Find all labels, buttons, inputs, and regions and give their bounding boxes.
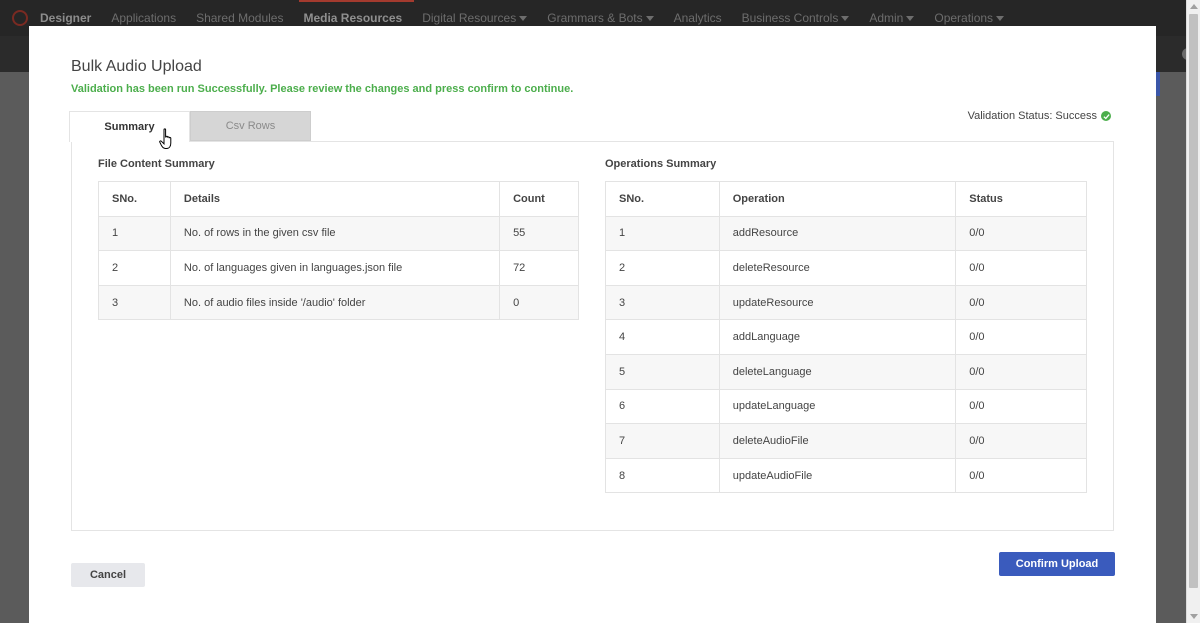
nav-item-digital-resources[interactable]: Digital Resources — [422, 11, 528, 25]
table-row: 6 updateLanguage 0/0 — [605, 388, 1087, 425]
nav-item-label: Media Resources — [303, 11, 403, 25]
check-circle-icon — [1101, 111, 1111, 121]
table-cell: 0/0 — [955, 250, 1087, 286]
table-row: 1 addResource 0/0 — [605, 215, 1087, 252]
column-header: Operation — [718, 181, 957, 217]
operations-summary-table: SNo. Operation Status 1 addResource 0/0 2 dele… — [605, 181, 1087, 494]
table-cell: No. of audio files inside '/audio' folde… — [169, 284, 501, 321]
table-cell: 3 — [98, 284, 171, 321]
validation-status-text: Validation Status: Success — [967, 110, 1097, 122]
nav-item-analytics[interactable]: Analytics — [674, 11, 722, 25]
table-cell: No. of rows in the given csv file — [169, 215, 501, 252]
table-cell: 7 — [605, 423, 720, 459]
column-header: Status — [955, 181, 1087, 217]
table-cell: addResource — [718, 215, 957, 252]
column-header: SNo. — [605, 181, 720, 217]
table-cell: 0/0 — [955, 319, 1087, 355]
nav-item-label: Shared Modules — [196, 11, 284, 25]
caret-down-icon — [519, 15, 528, 21]
table-row: 2 deleteResource 0/0 — [605, 250, 1087, 286]
table-row: 5 deleteLanguage 0/0 — [605, 353, 1087, 390]
table-cell: updateLanguage — [718, 388, 957, 425]
table-cell: 0/0 — [955, 284, 1087, 321]
nav-item-business-controls[interactable]: Business Controls — [742, 11, 850, 25]
scroll-up-arrow-icon[interactable] — [1190, 4, 1198, 9]
table-cell: 4 — [605, 319, 720, 355]
cancel-button[interactable]: Cancel — [71, 563, 145, 587]
nav-item-label: Analytics — [673, 11, 722, 25]
table-cell: deleteLanguage — [718, 353, 957, 390]
nav-item-label: Grammars & Bots — [547, 11, 643, 25]
table-cell: updateAudioFile — [718, 457, 957, 494]
nav-item-media-resources[interactable]: Media Resources — [299, 0, 414, 25]
app-logo-icon — [12, 10, 28, 26]
nav-item-label: Digital Resources — [422, 11, 517, 25]
nav-item-operations[interactable]: Operations — [934, 11, 1005, 25]
tab-csv-rows[interactable]: Csv Rows — [190, 111, 311, 141]
caret-down-icon — [906, 15, 915, 21]
nav-item-admin[interactable]: Admin — [869, 11, 915, 25]
nav-brand[interactable]: Designer — [40, 11, 91, 25]
table-cell: 0 — [499, 284, 579, 321]
table-cell: 0/0 — [955, 457, 1087, 494]
page-scrollbar[interactable] — [1186, 0, 1200, 623]
table-row: 3 updateResource 0/0 — [605, 284, 1087, 321]
table-cell: 72 — [499, 250, 579, 286]
nav-item-label: Applications — [111, 11, 177, 25]
caret-down-icon — [996, 15, 1005, 21]
nav-item-label: Business Controls — [741, 11, 839, 25]
table-cell: 3 — [605, 284, 720, 321]
table-row: 1 No. of rows in the given csv file 55 — [98, 215, 579, 252]
table-cell: 0/0 — [955, 215, 1087, 252]
bulk-audio-upload-modal: Bulk Audio Upload Validation has been ru… — [29, 26, 1156, 623]
table-cell: deleteAudioFile — [718, 423, 957, 459]
column-header: Count — [499, 181, 579, 217]
table-cell: 1 — [605, 215, 720, 252]
scrollbar-thumb[interactable] — [1189, 14, 1198, 588]
table-cell: 0/0 — [955, 423, 1087, 459]
table-cell: 0/0 — [955, 388, 1087, 425]
table-cell: 1 — [98, 215, 171, 252]
modal-title: Bulk Audio Upload — [71, 58, 202, 75]
nav-item-label: Admin — [869, 11, 904, 25]
table-cell: updateResource — [718, 284, 957, 321]
validation-status: Validation Status: Success — [968, 110, 1111, 122]
table-cell: 2 — [605, 250, 720, 286]
caret-down-icon — [645, 15, 654, 21]
table-row: 3 No. of audio files inside '/audio' fold… — [98, 284, 579, 321]
file-content-summary-title: File Content Summary — [98, 158, 215, 170]
column-header: Details — [169, 181, 501, 217]
table-cell: addLanguage — [718, 319, 957, 355]
confirm-upload-button[interactable]: Confirm Upload — [999, 552, 1115, 576]
table-header-row: SNo. Details Count — [98, 181, 579, 217]
table-cell: 2 — [98, 250, 171, 286]
table-cell: No. of languages given in languages.json… — [169, 250, 501, 286]
scroll-down-arrow-icon[interactable] — [1190, 614, 1198, 619]
table-header-row: SNo. Operation Status — [605, 181, 1087, 217]
table-cell: deleteResource — [718, 250, 957, 286]
table-row: 8 updateAudioFile 0/0 — [605, 457, 1087, 494]
table-row: 7 deleteAudioFile 0/0 — [605, 423, 1087, 459]
nav-item-applications[interactable]: Applications — [111, 11, 176, 25]
hand-pointer-cursor-icon — [159, 128, 172, 149]
nav-item-shared-modules[interactable]: Shared Modules — [196, 11, 283, 25]
table-cell: 6 — [605, 388, 720, 425]
column-header: SNo. — [98, 181, 171, 217]
nav-item-label: Operations — [934, 11, 994, 25]
validation-success-message: Validation has been run Successfully. Pl… — [71, 83, 574, 95]
table-cell: 8 — [605, 457, 720, 494]
table-cell: 55 — [499, 215, 579, 252]
file-content-summary-table: SNo. Details Count 1 No. of rows in the giv… — [98, 181, 579, 321]
table-row: 4 addLanguage 0/0 — [605, 319, 1087, 355]
operations-summary-title: Operations Summary — [605, 158, 717, 170]
table-row: 2 No. of languages given in languages.jso… — [98, 250, 579, 286]
table-cell: 0/0 — [955, 353, 1087, 390]
nav-item-grammars-bots[interactable]: Grammars & Bots — [547, 11, 654, 25]
table-cell: 5 — [605, 353, 720, 390]
caret-down-icon — [841, 15, 850, 21]
